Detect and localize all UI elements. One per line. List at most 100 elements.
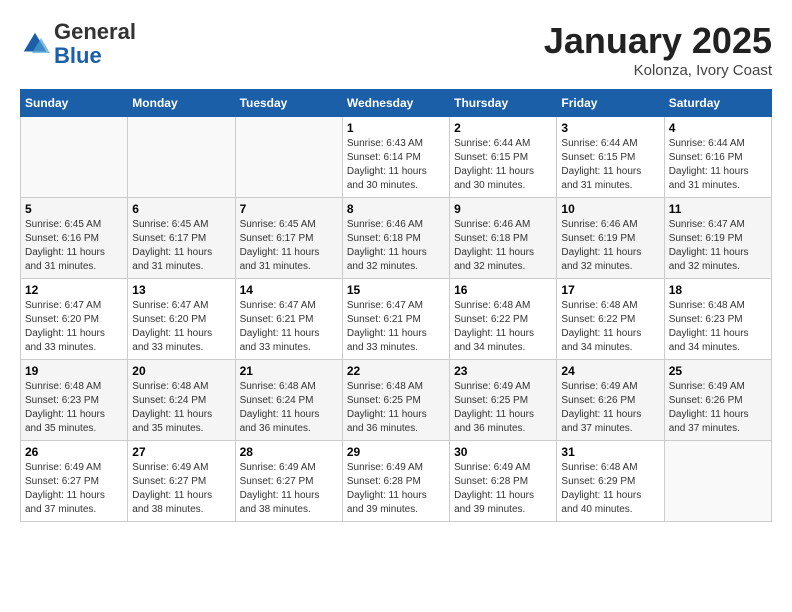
month-title: January 2025 <box>544 20 772 62</box>
page-header: General Blue January 2025 Kolonza, Ivory… <box>20 20 772 79</box>
calendar-cell: 19 Sunrise: 6:48 AM Sunset: 6:23 PM Dayli… <box>21 360 128 441</box>
weekday-header-monday: Monday <box>128 90 235 117</box>
logo-general: General <box>54 19 136 44</box>
day-number: 12 <box>25 283 123 297</box>
day-info: Sunrise: 6:48 AM Sunset: 6:24 PM Dayligh… <box>240 380 338 436</box>
day-number: 9 <box>454 202 552 216</box>
weekday-header-tuesday: Tuesday <box>235 90 342 117</box>
day-info: Sunrise: 6:47 AM Sunset: 6:21 PM Dayligh… <box>347 299 445 355</box>
calendar-cell: 17Sunrise: 6:48 AM Sunset: 6:22 PM Dayli… <box>557 279 664 360</box>
day-info: Sunrise: 6:46 AM Sunset: 6:18 PM Dayligh… <box>454 218 552 274</box>
title-block: January 2025 Kolonza, Ivory Coast <box>544 20 772 79</box>
calendar-cell: 29 Sunrise: 6:49 AM Sunset: 6:28 PM Dayli… <box>342 441 449 522</box>
calendar-header: SundayMondayTuesdayWednesdayThursdayFrid… <box>21 90 772 117</box>
calendar-week-2: 5 Sunrise: 6:45 AM Sunset: 6:16 PM Daylig… <box>21 198 772 279</box>
day-info: Sunrise: 6:45 AM Sunset: 6:16 PM Dayligh… <box>25 218 123 274</box>
day-info: Sunrise: 6:46 AM Sunset: 6:18 PM Dayligh… <box>347 218 445 274</box>
day-info: Sunrise: 6:45 AM Sunset: 6:17 PM Dayligh… <box>132 218 230 274</box>
calendar-cell: 3 Sunrise: 6:44 AM Sunset: 6:15 PM Daylig… <box>557 117 664 198</box>
calendar-cell: 31 Sunrise: 6:48 AM Sunset: 6:29 PM Dayli… <box>557 441 664 522</box>
weekday-header-row: SundayMondayTuesdayWednesdayThursdayFrid… <box>21 90 772 117</box>
day-number: 16 <box>454 283 552 297</box>
calendar-cell: 2 Sunrise: 6:44 AM Sunset: 6:15 PM Daylig… <box>450 117 557 198</box>
calendar-cell <box>21 117 128 198</box>
weekday-header-friday: Friday <box>557 90 664 117</box>
day-info: Sunrise: 6:44 AM Sunset: 6:15 PM Dayligh… <box>561 137 659 193</box>
day-number: 25 <box>669 364 767 378</box>
calendar-cell <box>128 117 235 198</box>
day-number: 24 <box>561 364 659 378</box>
day-number: 28 <box>240 445 338 459</box>
day-info: Sunrise: 6:47 AM Sunset: 6:20 PM Dayligh… <box>25 299 123 355</box>
logo-blue: Blue <box>54 43 102 68</box>
calendar-cell: 10 Sunrise: 6:46 AM Sunset: 6:19 PM Dayli… <box>557 198 664 279</box>
calendar-cell: 18Sunrise: 6:48 AM Sunset: 6:23 PM Dayli… <box>664 279 771 360</box>
day-number: 13 <box>132 283 230 297</box>
day-number: 21 <box>240 364 338 378</box>
calendar-cell: 16 Sunrise: 6:48 AM Sunset: 6:22 PM Dayli… <box>450 279 557 360</box>
logo-icon <box>20 29 50 59</box>
day-info: Sunrise: 6:47 AM Sunset: 6:19 PM Dayligh… <box>669 218 767 274</box>
calendar-cell <box>235 117 342 198</box>
calendar-cell <box>664 441 771 522</box>
weekday-header-saturday: Saturday <box>664 90 771 117</box>
day-number: 4 <box>669 121 767 135</box>
day-info: Sunrise: 6:44 AM Sunset: 6:16 PM Dayligh… <box>669 137 767 193</box>
calendar-cell: 28 Sunrise: 6:49 AM Sunset: 6:27 PM Dayli… <box>235 441 342 522</box>
logo-text: General Blue <box>54 20 136 68</box>
calendar-cell: 14Sunrise: 6:47 AM Sunset: 6:21 PM Dayli… <box>235 279 342 360</box>
day-number: 10 <box>561 202 659 216</box>
day-number: 19 <box>25 364 123 378</box>
day-info: Sunrise: 6:48 AM Sunset: 6:25 PM Dayligh… <box>347 380 445 436</box>
day-info: Sunrise: 6:48 AM Sunset: 6:29 PM Dayligh… <box>561 461 659 517</box>
calendar-cell: 4 Sunrise: 6:44 AM Sunset: 6:16 PM Daylig… <box>664 117 771 198</box>
day-info: Sunrise: 6:43 AM Sunset: 6:14 PM Dayligh… <box>347 137 445 193</box>
calendar-cell: 23 Sunrise: 6:49 AM Sunset: 6:25 PM Dayli… <box>450 360 557 441</box>
calendar-cell: 15Sunrise: 6:47 AM Sunset: 6:21 PM Dayli… <box>342 279 449 360</box>
calendar-table: SundayMondayTuesdayWednesdayThursdayFrid… <box>20 89 772 522</box>
calendar-week-3: 12 Sunrise: 6:47 AM Sunset: 6:20 PM Dayli… <box>21 279 772 360</box>
day-info: Sunrise: 6:49 AM Sunset: 6:28 PM Dayligh… <box>454 461 552 517</box>
calendar-cell: 25 Sunrise: 6:49 AM Sunset: 6:26 PM Dayli… <box>664 360 771 441</box>
calendar-cell: 22Sunrise: 6:48 AM Sunset: 6:25 PM Dayli… <box>342 360 449 441</box>
calendar-week-4: 19 Sunrise: 6:48 AM Sunset: 6:23 PM Dayli… <box>21 360 772 441</box>
day-info: Sunrise: 6:48 AM Sunset: 6:23 PM Dayligh… <box>25 380 123 436</box>
day-number: 1 <box>347 121 445 135</box>
day-info: Sunrise: 6:49 AM Sunset: 6:25 PM Dayligh… <box>454 380 552 436</box>
day-info: Sunrise: 6:46 AM Sunset: 6:19 PM Dayligh… <box>561 218 659 274</box>
logo: General Blue <box>20 20 136 68</box>
day-info: Sunrise: 6:49 AM Sunset: 6:27 PM Dayligh… <box>25 461 123 517</box>
day-info: Sunrise: 6:48 AM Sunset: 6:23 PM Dayligh… <box>669 299 767 355</box>
day-number: 30 <box>454 445 552 459</box>
calendar-cell: 20Sunrise: 6:48 AM Sunset: 6:24 PM Dayli… <box>128 360 235 441</box>
day-number: 26 <box>25 445 123 459</box>
day-number: 7 <box>240 202 338 216</box>
day-number: 29 <box>347 445 445 459</box>
calendar-body: 1 Sunrise: 6:43 AM Sunset: 6:14 PM Daylig… <box>21 117 772 522</box>
day-number: 5 <box>25 202 123 216</box>
calendar-cell: 24 Sunrise: 6:49 AM Sunset: 6:26 PM Dayli… <box>557 360 664 441</box>
day-info: Sunrise: 6:49 AM Sunset: 6:26 PM Dayligh… <box>561 380 659 436</box>
day-number: 6 <box>132 202 230 216</box>
day-info: Sunrise: 6:48 AM Sunset: 6:22 PM Dayligh… <box>454 299 552 355</box>
day-number: 11 <box>669 202 767 216</box>
day-number: 27 <box>132 445 230 459</box>
day-number: 2 <box>454 121 552 135</box>
calendar-cell: 13Sunrise: 6:47 AM Sunset: 6:20 PM Dayli… <box>128 279 235 360</box>
weekday-header-thursday: Thursday <box>450 90 557 117</box>
location-subtitle: Kolonza, Ivory Coast <box>544 62 772 79</box>
day-info: Sunrise: 6:49 AM Sunset: 6:28 PM Dayligh… <box>347 461 445 517</box>
day-number: 3 <box>561 121 659 135</box>
day-number: 14 <box>240 283 338 297</box>
calendar-week-1: 1 Sunrise: 6:43 AM Sunset: 6:14 PM Daylig… <box>21 117 772 198</box>
day-info: Sunrise: 6:44 AM Sunset: 6:15 PM Dayligh… <box>454 137 552 193</box>
day-info: Sunrise: 6:49 AM Sunset: 6:26 PM Dayligh… <box>669 380 767 436</box>
calendar-cell: 6 Sunrise: 6:45 AM Sunset: 6:17 PM Daylig… <box>128 198 235 279</box>
day-number: 8 <box>347 202 445 216</box>
day-number: 23 <box>454 364 552 378</box>
day-info: Sunrise: 6:48 AM Sunset: 6:22 PM Dayligh… <box>561 299 659 355</box>
day-number: 20 <box>132 364 230 378</box>
calendar-week-5: 26 Sunrise: 6:49 AM Sunset: 6:27 PM Dayli… <box>21 441 772 522</box>
day-number: 31 <box>561 445 659 459</box>
day-info: Sunrise: 6:49 AM Sunset: 6:27 PM Dayligh… <box>240 461 338 517</box>
